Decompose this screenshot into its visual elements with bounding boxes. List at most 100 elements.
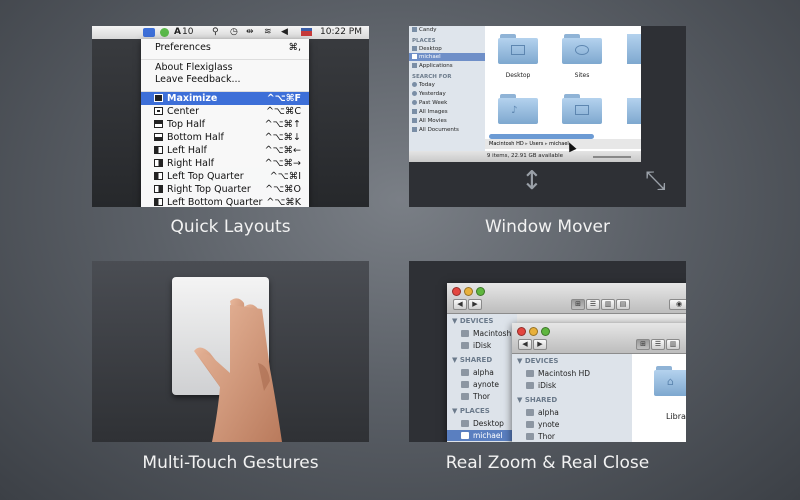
close-button[interactable] (517, 327, 526, 336)
sidebar-item-desktop[interactable]: Desktop (412, 45, 442, 53)
sidebar-item-all-documents[interactable]: All Documents (412, 126, 459, 134)
finder-window[interactable]: Candy PLACES Desktop michael Application… (409, 26, 641, 162)
column-view-button[interactable]: ▥ (601, 299, 615, 310)
sidebar-header-shared: ▼ SHARED (517, 396, 558, 404)
sidebar-item-thor[interactable]: Thor (526, 431, 555, 442)
flag-icon[interactable] (301, 28, 312, 36)
home-icon (412, 54, 417, 59)
quick-look-button[interactable]: ◉ (669, 299, 686, 310)
menu-item-preferences[interactable]: Preferences ⌘, (141, 41, 309, 54)
finder-sidebar-front: ▼ DEVICES Macintosh HD iDisk ▼ SHARED al… (512, 354, 632, 442)
sidebar-item-idisk[interactable]: iDisk (526, 380, 556, 391)
finder-window-front[interactable]: ◀ ▶ ⊞ ☰ ▥ ▼ DEVICES Macintosh HD iDisk ▼… (512, 323, 686, 442)
music-folder-icon[interactable]: ♪ (498, 94, 538, 124)
layout-top-half-icon (154, 120, 163, 128)
battery-count: 10 (182, 27, 194, 37)
menu-item-left-top-quarter[interactable]: Left Top Quarter ^⌥⌘I (141, 170, 309, 183)
menu-item-center[interactable]: Center ^⌥⌘C (141, 105, 309, 118)
folder-label-sites: Sites (574, 72, 590, 79)
coverflow-view-button[interactable]: ▤ (616, 299, 630, 310)
sidebar-item-macintosh-hd[interactable]: Macintosh HD (526, 368, 590, 379)
sidebar-item-desktop[interactable]: Desktop (461, 418, 504, 429)
menu-item-maximize[interactable]: Maximize ^⌥⌘F (141, 92, 309, 105)
flexiglass-menu-icon[interactable] (143, 28, 155, 37)
path-users[interactable]: Users (529, 141, 543, 147)
status-icon[interactable] (160, 28, 169, 37)
menu-item-left-bottom-quarter[interactable]: Left Bottom Quarter ^⌥⌘K (141, 196, 309, 207)
smart-folder-icon (412, 118, 417, 123)
caption-real-zoom: Real Zoom & Real Close (445, 453, 650, 473)
quick-layouts-panel: A 10 ⚲ ◷ ⇹ ≋ ◀ 10:22 PM Preferences ⌘, A… (92, 26, 369, 207)
sidebar-item-aynote[interactable]: aynote (461, 379, 499, 390)
forward-button[interactable]: ▶ (468, 299, 482, 310)
path-macintosh-hd[interactable]: Macintosh HD (489, 141, 524, 147)
menu-item-bottom-half[interactable]: Bottom Half ^⌥⌘↓ (141, 131, 309, 144)
wifi-icon[interactable]: ≋ (264, 27, 272, 38)
folder-label-library: Libra (666, 412, 686, 421)
sidebar-item-today[interactable]: Today (412, 81, 435, 89)
icon-view-button[interactable]: ⊞ (636, 339, 650, 350)
layout-right-half-icon (154, 159, 163, 167)
folder-icon[interactable] (627, 34, 641, 64)
menu-separator (141, 59, 309, 60)
sidebar-item-candy[interactable]: Candy (412, 26, 436, 34)
back-button[interactable]: ◀ (453, 299, 467, 310)
idisk-icon (461, 342, 469, 349)
adobe-icon[interactable]: A (174, 27, 181, 38)
finder-sidebar: Candy PLACES Desktop michael Application… (409, 26, 485, 151)
zoom-button[interactable] (476, 287, 485, 296)
column-view-button[interactable]: ▥ (666, 339, 680, 350)
menu-item-feedback[interactable]: Leave Feedback... (141, 73, 309, 86)
list-view-button[interactable]: ☰ (651, 339, 665, 350)
time-machine-icon[interactable]: ◷ (230, 27, 238, 38)
menu-item-left-half[interactable]: Left Half ^⌥⌘← (141, 144, 309, 157)
icon-view-button[interactable]: ⊞ (571, 299, 585, 310)
sidebar-item-alpha[interactable]: alpha (526, 407, 559, 418)
minimize-button[interactable] (464, 287, 473, 296)
sidebar-header-places: ▼ PLACES (452, 407, 490, 415)
sidebar-item-all-images[interactable]: All Images (412, 108, 448, 116)
sidebar-item-yesterday[interactable]: Yesterday (412, 90, 446, 98)
folder-icon[interactable] (562, 34, 602, 64)
caption-window-mover: Window Mover (484, 217, 610, 237)
smart-folder-icon (412, 109, 417, 114)
desktop-icon (461, 420, 469, 427)
sidebar-item-idisk[interactable]: iDisk (461, 340, 491, 351)
sidebar-item-thor[interactable]: Thor (461, 391, 490, 402)
clock[interactable]: 10:22 PM (320, 27, 362, 38)
menu-item-right-half[interactable]: Right Half ^⌥⌘→ (141, 157, 309, 170)
folder-icon[interactable] (498, 34, 538, 64)
hard-drive-icon (461, 330, 469, 337)
folder-icon[interactable] (627, 98, 641, 124)
hard-drive-icon (526, 370, 534, 377)
applications-icon (412, 63, 417, 68)
sidebar-item-past-week[interactable]: Past Week (412, 99, 447, 107)
idisk-icon (526, 382, 534, 389)
binoculars-icon[interactable]: ⚲ (212, 27, 219, 38)
minimize-button[interactable] (529, 327, 538, 336)
computer-icon (526, 421, 534, 428)
bluetooth-icon[interactable]: ⇹ (246, 27, 254, 38)
layout-right-top-quarter-icon (154, 185, 163, 193)
close-button[interactable] (452, 287, 461, 296)
sidebar-item-ynote[interactable]: ynote (526, 419, 559, 430)
zoom-button[interactable] (541, 327, 550, 336)
sidebar-item-michael[interactable]: michael (409, 53, 485, 61)
back-button[interactable]: ◀ (518, 339, 532, 350)
sidebar-item-alpha[interactable]: alpha (461, 367, 494, 378)
menu-item-right-top-quarter[interactable]: Right Top Quarter ^⌥⌘O (141, 183, 309, 196)
volume-icon[interactable]: ◀ (281, 27, 288, 38)
desktop-icon (412, 46, 417, 51)
forward-button[interactable]: ▶ (533, 339, 547, 350)
finder-sidebar-back: ▼ DEVICES Macintosh HD iDisk ▼ SHARED al… (447, 314, 525, 442)
sidebar-item-all-movies[interactable]: All Movies (412, 117, 447, 125)
list-view-button[interactable]: ☰ (586, 299, 600, 310)
library-folder-icon[interactable]: ⌂ (654, 366, 686, 396)
pictures-folder-icon[interactable] (562, 94, 602, 124)
menu-bar: A 10 ⚲ ◷ ⇹ ≋ ◀ 10:22 PM (92, 26, 369, 39)
sidebar-item-michael[interactable]: michael (447, 430, 517, 441)
icon-size-slider[interactable] (593, 156, 631, 158)
sidebar-item-applications[interactable]: Applications (412, 62, 453, 70)
sidebar-header-devices: ▼ DEVICES (452, 317, 494, 325)
menu-item-top-half[interactable]: Top Half ^⌥⌘↑ (141, 118, 309, 131)
